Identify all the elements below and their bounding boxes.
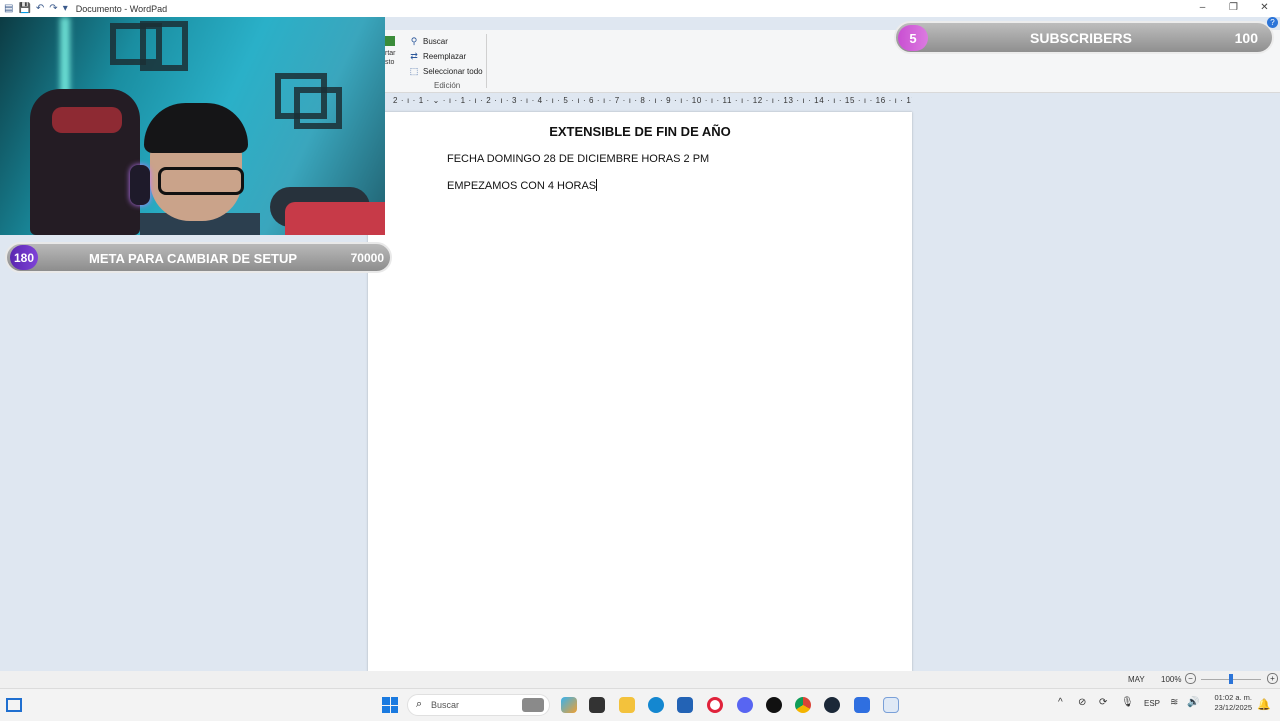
- status-bar: MAY 100% − +: [0, 671, 1280, 688]
- ruler-markings: 2 · ı · 1 · ⌄ · ı · 1 · ı · 2 · ı · 3 · …: [393, 96, 912, 105]
- restore-button[interactable]: ❐: [1218, 0, 1249, 17]
- window-title: Documento - WordPad: [75, 3, 168, 14]
- find-label: Buscar: [423, 37, 448, 46]
- search-icon: ⌕: [416, 698, 423, 710]
- document-line: FECHA DOMINGO 28 DE DICIEMBRE HORAS 2 PM: [447, 153, 710, 165]
- select-all-button[interactable]: ⬚ Seleccionar todo: [409, 64, 489, 79]
- minimize-button[interactable]: –: [1187, 0, 1218, 17]
- copilot-icon[interactable]: [561, 697, 577, 713]
- goal-target: 70000: [350, 251, 384, 265]
- microphone-icon[interactable]: 🎙: [1121, 697, 1134, 708]
- save-icon[interactable]: 💾: [18, 3, 30, 14]
- undo-icon[interactable]: ↶: [36, 3, 44, 14]
- text-cursor: [596, 179, 598, 191]
- document-page[interactable]: EXTENSIBLE DE FIN DE AÑO FECHA DOMINGO 2…: [368, 112, 912, 672]
- start-button[interactable]: [382, 697, 398, 713]
- ruler[interactable]: 2 · ı · 1 · ⌄ · ı · 1 · ı · 2 · ı · 3 · …: [385, 94, 912, 108]
- search-highlight-image: [522, 698, 544, 712]
- sync-icon[interactable]: ⟳: [1099, 697, 1107, 708]
- chair-accent: [52, 107, 122, 133]
- goal-count-badge: 180: [10, 245, 38, 270]
- wall-frame: [294, 87, 342, 129]
- search-placeholder: Buscar: [431, 700, 460, 710]
- taskbar: ⌕ Buscar ^ ⊘ ⟳ 🎙 ESP ≋ 🔊 01:02 a. m. 23/…: [0, 688, 1280, 721]
- wordpad-icon[interactable]: [883, 697, 899, 713]
- replace-button[interactable]: ⇄ Reemplazar: [409, 49, 489, 64]
- find-button[interactable]: ⚲ Buscar: [409, 34, 489, 49]
- replace-label: Reemplazar: [423, 52, 467, 61]
- zoom-out-button[interactable]: −: [1185, 673, 1196, 684]
- binoculars-icon: ⚲: [410, 36, 418, 46]
- help-icon[interactable]: ?: [1267, 17, 1278, 28]
- edit-group-label: Edición: [434, 81, 461, 90]
- subscribers-overlay: 5 SUBSCRIBERS 100: [894, 21, 1274, 54]
- window-controls: – ❐ ✕: [1187, 0, 1280, 17]
- clock-date: 23/12/2025: [1214, 703, 1252, 712]
- title-bar: ▤ 💾 ↶ ↷ ▾ Documento - WordPad – ❐ ✕: [0, 0, 1280, 17]
- close-button[interactable]: ✕: [1249, 0, 1280, 17]
- app-icon-blue[interactable]: [854, 697, 870, 713]
- paste-partial-label: rtar sto: [385, 50, 396, 66]
- tiktok-icon[interactable]: [766, 697, 782, 713]
- document-line: EMPEZAMOS CON 4 HORAS: [447, 180, 597, 192]
- wifi-icon[interactable]: ≋: [1170, 697, 1178, 708]
- language-indicator[interactable]: ESP: [1144, 699, 1160, 708]
- volume-icon[interactable]: 🔊: [1187, 697, 1199, 708]
- file-explorer-icon[interactable]: [619, 697, 635, 713]
- select-all-icon: ⬚: [409, 66, 419, 76]
- document-heading: EXTENSIBLE DE FIN DE AÑO: [549, 124, 731, 139]
- edit-group: ⚲ Buscar ⇄ Reemplazar ⬚ Seleccionar todo: [409, 34, 489, 79]
- notification-bell-icon[interactable]: 🔔: [1257, 698, 1271, 711]
- app-icon[interactable]: ▤: [4, 3, 13, 14]
- glasses: [158, 167, 244, 195]
- tray-overflow-icon[interactable]: ^: [1058, 697, 1063, 708]
- edge-icon[interactable]: [648, 697, 664, 713]
- zoom-slider-thumb[interactable]: [1229, 674, 1233, 684]
- zoom-in-button[interactable]: +: [1267, 673, 1278, 684]
- clock-time: 01:02 a. m.: [1214, 693, 1252, 702]
- subscribers-count-badge: 5: [898, 25, 928, 51]
- subscribers-goal: 100: [1234, 30, 1258, 46]
- widgets-icon[interactable]: [6, 698, 22, 712]
- discord-icon[interactable]: [737, 697, 753, 713]
- pillow: [285, 202, 385, 235]
- goal-overlay: 180 META PARA CAMBIAR DE SETUP 70000: [5, 242, 392, 273]
- subscribers-label: SUBSCRIBERS: [1030, 30, 1132, 46]
- paste-icon: [385, 36, 395, 46]
- qat-dropdown-icon[interactable]: ▾: [63, 3, 68, 14]
- goal-label: META PARA CAMBIAR DE SETUP: [89, 251, 297, 266]
- zoom-level: 100%: [1161, 675, 1182, 684]
- caps-lock-indicator: MAY: [1128, 675, 1145, 684]
- network-off-icon[interactable]: ⊘: [1078, 697, 1086, 708]
- opera-icon[interactable]: [707, 697, 723, 713]
- task-view-icon[interactable]: [589, 697, 605, 713]
- chrome-icon[interactable]: [795, 697, 811, 713]
- group-divider: [486, 34, 487, 88]
- wall-frame: [140, 21, 188, 71]
- store-icon[interactable]: [677, 697, 693, 713]
- webcam-overlay: [0, 17, 385, 235]
- headset-icon: [130, 165, 150, 205]
- paste-group-partial[interactable]: rtar sto: [385, 36, 399, 80]
- redo-icon[interactable]: ↷: [49, 3, 57, 14]
- system-clock[interactable]: 01:02 a. m. 23/12/2025: [1206, 693, 1252, 713]
- select-all-label: Seleccionar todo: [423, 67, 483, 76]
- replace-icon: ⇄: [410, 51, 418, 61]
- taskbar-search[interactable]: ⌕ Buscar: [407, 694, 550, 716]
- person-hair: [144, 103, 248, 153]
- document-line-with-cursor: EMPEZAMOS CON 4 HORAS: [447, 179, 598, 192]
- steam-icon[interactable]: [824, 697, 840, 713]
- quick-access-toolbar: ▤ 💾 ↶ ↷ ▾: [0, 3, 68, 14]
